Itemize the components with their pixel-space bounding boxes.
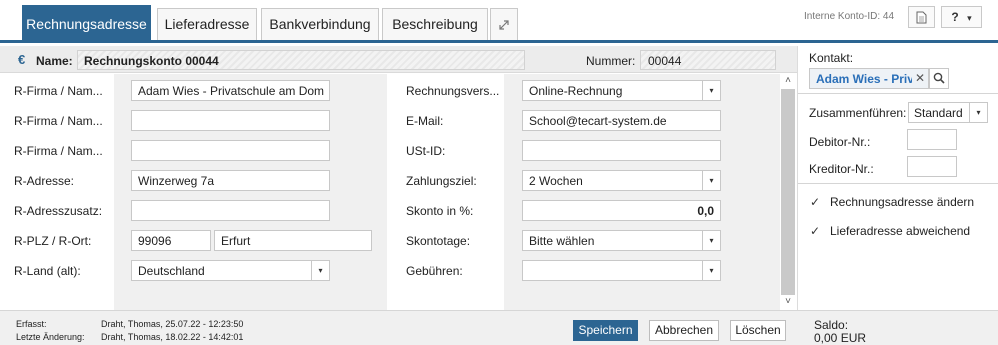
- created-label: Erfasst:: [16, 319, 47, 329]
- skontotage-label: Skontotage:: [406, 234, 471, 248]
- divider: [798, 183, 998, 184]
- name-field: Rechnungskonto 00044: [77, 50, 525, 70]
- number-label: Nummer:: [586, 54, 636, 68]
- gebuehren-select[interactable]: ▾: [522, 260, 721, 281]
- email-label: E-Mail:: [406, 114, 444, 128]
- r-land-value: Deutschland: [138, 264, 205, 278]
- delete-button[interactable]: Löschen: [730, 320, 786, 341]
- chevron-down-icon: ▾: [702, 231, 720, 250]
- debitor-field[interactable]: [907, 129, 957, 150]
- zahlungsziel-value: 2 Wochen: [529, 174, 583, 188]
- kreditor-label: Kreditor-Nr.:: [809, 162, 874, 176]
- skontotage-value: Bitte wählen: [529, 234, 595, 248]
- debitor-label: Debitor-Nr.:: [809, 135, 871, 149]
- save-button[interactable]: Speichern: [573, 320, 638, 341]
- help-label: ?: [951, 10, 959, 24]
- rechnungsversand-value: Online-Rechnung: [529, 84, 623, 98]
- name-label: Name:: [36, 54, 73, 68]
- checkbox-label: Lieferadresse abweichend: [830, 224, 971, 238]
- r-firma-2-label: R-Firma / Nam...: [14, 114, 103, 128]
- chevron-down-icon: ▾: [311, 261, 329, 280]
- chevron-down-icon: ▾: [969, 103, 987, 122]
- number-field: 00044: [640, 50, 776, 70]
- form-scrollbar[interactable]: ˄ ˅: [780, 74, 796, 310]
- r-adresse-field[interactable]: Winzerweg 7a: [131, 170, 330, 191]
- saldo-value: 0,00 EUR: [814, 331, 867, 345]
- skontotage-select[interactable]: Bitte wählen ▾: [522, 230, 721, 251]
- ust-id-field[interactable]: [522, 140, 721, 161]
- r-land-select[interactable]: Deutschland ▾: [131, 260, 330, 281]
- scrollbar-thumb[interactable]: [781, 89, 795, 295]
- contact-value: Adam Wies - Priv.: [816, 72, 917, 86]
- checkbox-lieferadresse-abweichend[interactable]: ✓ Lieferadresse abweichend: [810, 224, 970, 238]
- zahlungsziel-select[interactable]: 2 Wochen ▾: [522, 170, 721, 191]
- cancel-button[interactable]: Abbrechen: [649, 320, 719, 341]
- r-firma-3-field[interactable]: [131, 140, 330, 161]
- r-firma-2-field[interactable]: [131, 110, 330, 131]
- kontakt-label: Kontakt:: [809, 51, 854, 65]
- checkbox-rechnungsadresse-aendern[interactable]: ✓ Rechnungsadresse ändern: [810, 195, 974, 209]
- r-plz-ort-label: R-PLZ / R-Ort:: [14, 234, 92, 248]
- r-land-label: R-Land (alt):: [14, 264, 81, 278]
- merge-value: Standard: [914, 106, 963, 120]
- created-value: Draht, Thomas, 25.07.22 - 12:23:50: [101, 319, 244, 329]
- skonto-field[interactable]: 0,0: [522, 200, 721, 221]
- ust-id-label: USt-ID:: [406, 144, 446, 158]
- chevron-down-icon: ▾: [702, 171, 720, 190]
- zahlungsziel-label: Zahlungsziel:: [406, 174, 477, 188]
- checkmark-icon: ✓: [810, 195, 821, 209]
- r-plz-field[interactable]: 99096: [131, 230, 211, 251]
- changed-label: Letzte Änderung:: [16, 332, 85, 342]
- tab-rechnungsadresse[interactable]: Rechnungsadresse: [22, 5, 151, 40]
- footer-bar: Erfasst: Draht, Thomas, 25.07.22 - 12:23…: [0, 310, 998, 345]
- tab-bar: Rechnungsadresse Lieferadresse Bankverbi…: [0, 0, 998, 43]
- r-firma-1-field[interactable]: Adam Wies - Privatschule am Dom: [131, 80, 330, 101]
- merge-label: Zusammenführen:: [809, 106, 907, 120]
- chevron-down-icon: ▾: [702, 261, 720, 280]
- chevron-down-icon: ▾: [702, 81, 720, 100]
- merge-select[interactable]: Standard ▾: [908, 102, 988, 123]
- header-row: € Name: Rechnungskonto 00044 Nummer: 000…: [0, 46, 797, 73]
- checkbox-label: Rechnungsadresse ändern: [830, 195, 975, 209]
- changed-value: Draht, Thomas, 18.02.22 - 14:42:01: [101, 332, 244, 342]
- r-adresse-label: R-Adresse:: [14, 174, 75, 188]
- document-icon[interactable]: [908, 6, 935, 28]
- r-firma-3-label: R-Firma / Nam...: [14, 144, 103, 158]
- rechnungsversand-label: Rechnungsvers...: [406, 84, 500, 98]
- close-icon[interactable]: ✕: [912, 69, 928, 88]
- scroll-up-icon[interactable]: ˄: [780, 75, 796, 86]
- contact-link[interactable]: Adam Wies - Priv. ✕: [809, 68, 929, 89]
- chevron-down-icon: ▾: [967, 13, 972, 23]
- tab-lieferadresse[interactable]: Lieferadresse: [157, 8, 257, 40]
- kreditor-field[interactable]: [907, 156, 957, 177]
- search-button[interactable]: [929, 68, 949, 89]
- rechnungsversand-select[interactable]: Online-Rechnung ▾: [522, 80, 721, 101]
- scroll-down-icon[interactable]: ˅: [780, 296, 796, 307]
- email-field[interactable]: School@tecart-system.de: [522, 110, 721, 131]
- divider: [798, 93, 998, 94]
- gebuehren-label: Gebühren:: [406, 264, 463, 278]
- skonto-label: Skonto in %:: [406, 204, 474, 218]
- side-panel: Kontakt: Adam Wies - Priv. ✕ Zusammenfüh…: [797, 46, 998, 310]
- expand-icon[interactable]: [490, 8, 518, 40]
- tab-beschreibung[interactable]: Beschreibung: [382, 8, 488, 40]
- help-menu-button[interactable]: ? ▾: [941, 6, 982, 28]
- search-icon: [933, 72, 945, 84]
- euro-icon: €: [18, 52, 26, 67]
- internal-account-id: Interne Konto-ID: 44: [804, 11, 895, 22]
- checkmark-icon: ✓: [810, 224, 821, 238]
- r-firma-1-label: R-Firma / Nam...: [14, 84, 103, 98]
- saldo-label: Saldo:: [814, 318, 849, 332]
- r-ort-field[interactable]: Erfurt: [214, 230, 372, 251]
- tab-bankverbindung[interactable]: Bankverbindung: [261, 8, 379, 40]
- r-adresszusatz-field[interactable]: [131, 200, 330, 221]
- r-adresszusatz-label: R-Adresszusatz:: [14, 204, 103, 218]
- billing-address-form: R-Firma / Nam... R-Firma / Nam... R-Firm…: [0, 74, 780, 310]
